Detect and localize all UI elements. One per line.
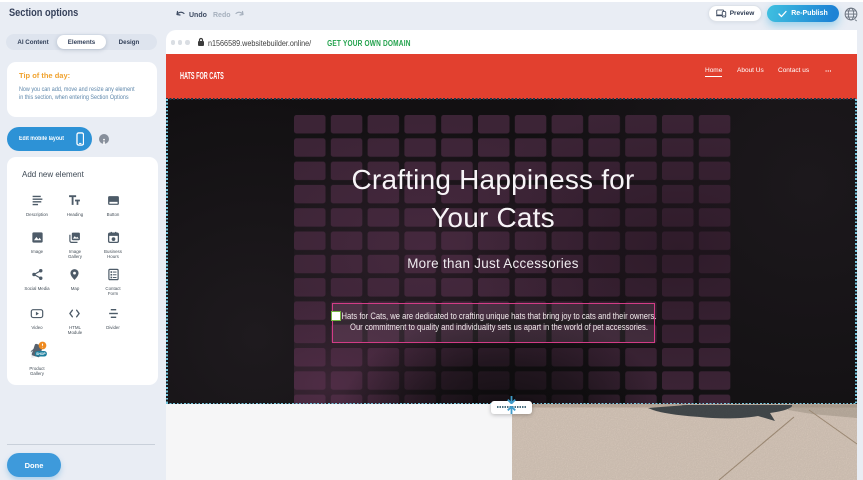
- svg-text:SHOP: SHOP: [36, 352, 46, 356]
